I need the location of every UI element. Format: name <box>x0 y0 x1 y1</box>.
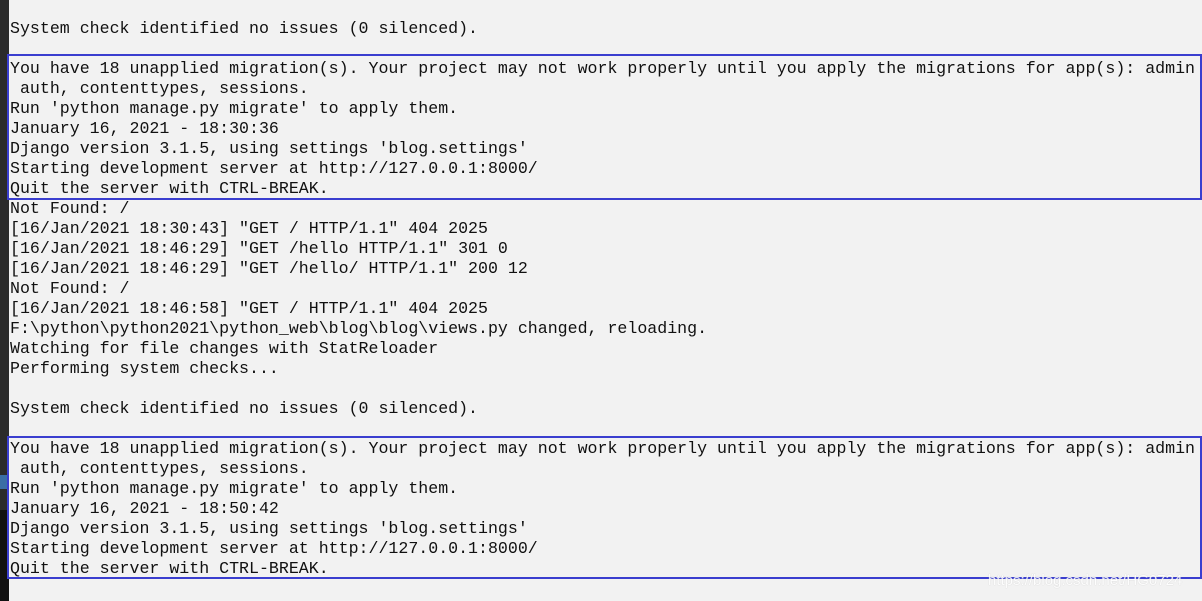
console-line: System check identified no issues (0 sil… <box>10 399 479 418</box>
console-line: Not Found: / <box>10 279 130 298</box>
console-line: [16/Jan/2021 18:30:43] "GET / HTTP/1.1" … <box>10 219 488 238</box>
console-line: System check identified no issues (0 sil… <box>10 19 479 38</box>
console-line: Watching for file changes with StatReloa… <box>10 339 439 358</box>
watermark: https://blog.csdn.net/HG0724 <box>988 572 1183 589</box>
highlight-box-1 <box>7 54 1202 200</box>
console-line: [16/Jan/2021 18:46:29] "GET /hello HTTP/… <box>10 239 508 258</box>
console-line: Performing system checks... <box>10 359 279 378</box>
console-line: F:\python\python2021\python_web\blog\blo… <box>10 319 708 338</box>
console-line: Not Found: / <box>10 199 130 218</box>
console-line: [16/Jan/2021 18:46:29] "GET /hello/ HTTP… <box>10 259 528 278</box>
console-line: [16/Jan/2021 18:46:58] "GET / HTTP/1.1" … <box>10 299 488 318</box>
highlight-box-2 <box>7 436 1202 579</box>
